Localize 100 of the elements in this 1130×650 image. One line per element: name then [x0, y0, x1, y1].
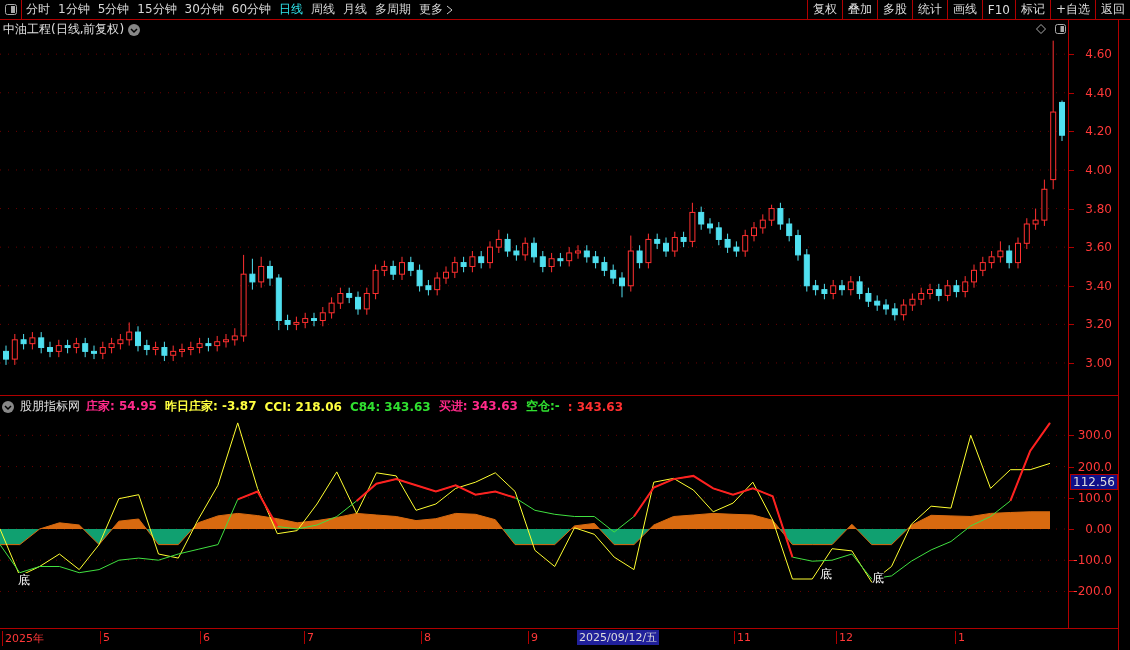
period-tab[interactable]: 分时	[22, 1, 54, 18]
axis-label: 300.0	[1077, 428, 1112, 443]
period-tab[interactable]: 30分钟	[180, 1, 228, 18]
bottom-marker: 底	[18, 573, 30, 587]
candlestick	[539, 250, 546, 273]
candlestick	[355, 291, 361, 316]
candlestick	[451, 256, 458, 279]
candlestick	[619, 271, 625, 298]
candlestick	[900, 298, 907, 321]
bottom-marker: 底	[820, 567, 832, 581]
candlestick	[82, 337, 89, 358]
candlestick	[777, 202, 784, 231]
axis-label: 0.00	[1085, 522, 1112, 536]
date-label: 7	[304, 631, 314, 644]
cursor-date: 2025/09/12/五	[577, 630, 660, 645]
candlestick	[38, 331, 45, 354]
candlestick	[742, 229, 749, 258]
candlestick	[407, 256, 414, 277]
indicator-reading: 买进: 343.63	[438, 398, 518, 415]
axis-label: 4.40	[1085, 85, 1112, 100]
dropdown-icon[interactable]	[128, 23, 141, 36]
candlestick	[715, 221, 722, 246]
period-tab[interactable]: 60分钟	[227, 1, 276, 18]
candlestick	[390, 260, 397, 281]
candlestick	[610, 264, 617, 285]
candlestick	[830, 279, 837, 300]
candlestick	[971, 264, 977, 289]
candlestick	[223, 333, 229, 349]
candlestick	[434, 271, 441, 296]
candlestick	[645, 233, 652, 269]
candlestick	[575, 244, 581, 260]
candlestick	[91, 345, 97, 360]
panel-icon	[4, 4, 17, 15]
panel-icon[interactable]	[1055, 24, 1066, 34]
candlestick	[47, 341, 53, 358]
candlestick	[258, 256, 265, 289]
candlestick	[768, 204, 775, 227]
indicator-reading: C84: 343.63	[349, 399, 431, 414]
period-tab[interactable]: 周线	[307, 1, 340, 18]
candlestick	[161, 341, 168, 362]
candlestick	[927, 283, 933, 300]
dropdown-icon[interactable]	[2, 400, 14, 413]
candlestick	[601, 256, 608, 277]
candlestick	[531, 237, 537, 264]
period-tab[interactable]: 日线	[275, 1, 308, 18]
axis-label: 3.80	[1085, 201, 1112, 216]
axis-label: 3.00	[1085, 355, 1112, 370]
candlestick	[548, 252, 555, 273]
candlestick	[267, 260, 273, 287]
axis-label: 4.00	[1085, 162, 1112, 177]
axis-label: 4.20	[1085, 124, 1112, 139]
candlestick	[443, 265, 449, 285]
candlestick	[856, 275, 863, 300]
candlestick	[416, 264, 423, 293]
indicator-reading: 庄家: 54.95	[86, 398, 157, 415]
cursor-value: 112.56	[1070, 473, 1118, 490]
candlestick	[249, 258, 256, 291]
indicator-name: 股朋指标网	[20, 398, 80, 415]
candlestick	[495, 229, 502, 254]
candlestick	[1006, 244, 1013, 269]
candlestick	[311, 312, 317, 327]
candlestick	[363, 287, 370, 316]
candlestick	[636, 244, 643, 269]
date-label: 6	[200, 631, 210, 644]
chart-title: 中油工程(日线,前复权)	[3, 21, 125, 38]
candlestick	[759, 213, 766, 235]
candlestick	[979, 256, 986, 277]
candlestick	[566, 246, 573, 267]
candlestick	[1015, 237, 1021, 269]
candlestick	[883, 298, 889, 316]
candlestick	[839, 279, 845, 296]
candlestick	[319, 306, 326, 327]
period-tab[interactable]: 1分钟	[54, 1, 94, 18]
candlestick	[11, 333, 18, 366]
indicator-reading: : 343.63	[567, 399, 624, 414]
axis-label: 3.20	[1085, 317, 1112, 332]
candlestick	[337, 287, 344, 310]
date-label: 1	[955, 631, 965, 644]
period-tab[interactable]: 15分钟	[133, 1, 181, 18]
chevron-right-icon	[446, 4, 454, 15]
candlestick	[795, 229, 801, 262]
candlestick	[997, 240, 1004, 264]
period-tab[interactable]: 5分钟	[93, 1, 134, 18]
period-tab[interactable]: 更多	[415, 1, 458, 18]
period-tab[interactable]: 月线	[339, 1, 372, 18]
period-tab[interactable]: 多周期	[371, 1, 416, 18]
axis-label: 200.0	[1077, 459, 1112, 474]
candlestick	[671, 231, 678, 258]
candlestick	[698, 206, 705, 231]
candlestick	[399, 256, 405, 281]
diamond-icon[interactable]	[1036, 24, 1046, 34]
candlestick	[865, 287, 872, 308]
candlestick	[469, 250, 476, 273]
axis-label: 3.40	[1085, 278, 1112, 293]
indicator-reading: 空仓:-	[526, 398, 560, 415]
axis-label: 4.60	[1085, 47, 1112, 62]
date-label: 5	[100, 631, 110, 644]
axis-label: 3.60	[1085, 240, 1112, 255]
axis-label: 100.0	[1077, 490, 1112, 505]
date-label: 12	[836, 631, 853, 644]
